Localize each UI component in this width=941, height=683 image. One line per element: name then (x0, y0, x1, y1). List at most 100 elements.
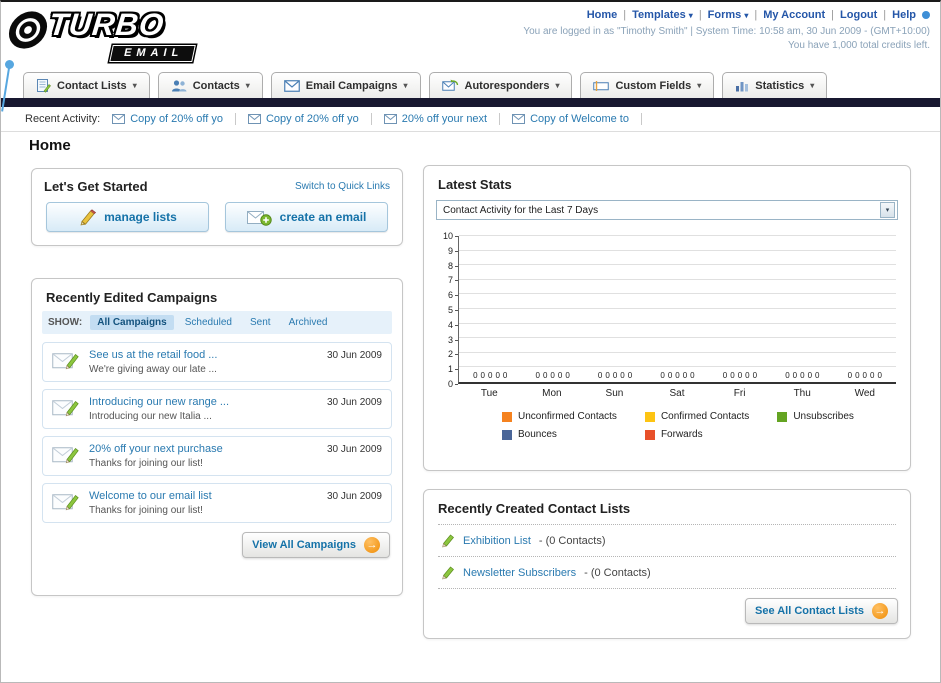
campaign-row: Welcome to our email list Thanks for joi… (42, 483, 392, 523)
chart-y-tick-label: 3 (448, 335, 459, 345)
recent-activity-item[interactable]: Copy of 20% off yo (247, 113, 372, 125)
recent-activity-item[interactable]: Copy of 20% off yo (112, 113, 236, 125)
campaign-date: 30 Jun 2009 (326, 397, 382, 408)
campaign-title-link[interactable]: Welcome to our email list (89, 490, 317, 502)
arrow-right-icon: → (364, 537, 380, 553)
view-all-campaigns-button[interactable]: View All Campaigns → (242, 532, 390, 558)
chart-value-labels: 00000 (473, 371, 508, 380)
envelope-plus-icon (246, 210, 272, 226)
legend-swatch (644, 411, 655, 422)
legend-item: Confirmed Contacts (644, 411, 749, 422)
chart-gridline (459, 278, 896, 280)
chevron-down-icon: ▾ (697, 81, 702, 90)
campaign-edit-icon (52, 400, 79, 417)
contact-activity-chart: 10 9 8 7 6 5 4 3 2 1 0 000000000000000000000000000… (424, 220, 910, 440)
chevron-down-icon: ▾ (245, 81, 250, 90)
chart-gridline (459, 249, 896, 251)
campaign-subtitle: Thanks for joining our list! (89, 505, 203, 516)
login-status-text: You are logged in as "Timothy Smith" | S… (523, 26, 930, 37)
latest-stats-panel: Latest Stats Contact Activity for the La… (423, 165, 911, 471)
chevron-down-icon: ▾ (403, 81, 408, 90)
chart-plot: 00000 00000 00000 00000 00000 00000 00000 (458, 235, 896, 384)
chart-gridline (459, 322, 896, 324)
filter-archived[interactable]: Archived (282, 315, 335, 330)
campaign-title-link[interactable]: Introducing our new range ... (89, 396, 317, 408)
create-email-button[interactable]: create an email (225, 202, 388, 232)
chart-x-label: Sun (605, 388, 624, 399)
envelope-icon (247, 114, 261, 124)
tab-statistics[interactable]: Statistics ▾ (722, 72, 828, 98)
recent-campaigns-panel: Recently Edited Campaigns SHOW: All Camp… (31, 278, 403, 596)
selected-option: Contact Activity for the Last 7 Days (443, 204, 599, 216)
chart-y-tick-label: 0 (448, 379, 459, 389)
credits-text: You have 1,000 total credits left. (788, 40, 930, 51)
manage-lists-button[interactable]: manage lists (46, 202, 209, 232)
filter-all-campaigns[interactable]: All Campaigns (90, 315, 174, 330)
campaign-title-link[interactable]: 20% off your next purchase (89, 443, 317, 455)
nav-link-my-account[interactable]: My Account (763, 9, 825, 21)
header: TURBO EMAIL Home | Templates ▾ | Forms ▾… (1, 2, 940, 112)
page-title: Home (29, 137, 71, 154)
filter-sent[interactable]: Sent (243, 315, 278, 330)
chart-value-labels: 00000 (660, 371, 695, 380)
chart-gridline (459, 264, 896, 266)
chart-y-tick-label: 6 (448, 290, 459, 300)
arrow-right-icon: → (872, 603, 888, 619)
envelope-icon (383, 114, 397, 124)
contact-lists-footer: See All Contact Lists → (424, 589, 910, 633)
chart-area: 10 9 8 7 6 5 4 3 2 1 0 000000000000000000000000000… (436, 231, 896, 389)
campaign-text: 20% off your next purchase Thanks for jo… (89, 443, 317, 469)
separator: | (831, 9, 835, 21)
contact-list-count: - (0 Contacts) (538, 534, 606, 547)
nav-link-forms[interactable]: Forms ▾ (708, 9, 749, 21)
nav-link-logout[interactable]: Logout (840, 9, 877, 21)
chart-x-label: Mon (542, 388, 562, 399)
campaign-subtitle: Thanks for joining our list! (89, 458, 203, 469)
see-all-contact-lists-button[interactable]: See All Contact Lists → (744, 598, 898, 624)
nav-link-home[interactable]: Home (587, 9, 618, 21)
campaign-filter-bar: SHOW: All Campaigns Scheduled Sent Archi… (42, 311, 392, 334)
envelope-icon (112, 114, 126, 124)
autoresponders-icon (441, 79, 458, 91)
logo-text: TURBO EMAIL (47, 7, 197, 62)
legend-label: Forwards (660, 429, 703, 440)
chart-y-tick-label: 8 (448, 261, 459, 271)
recent-activity-item[interactable]: Copy of Welcome to (512, 113, 642, 125)
campaign-edit-icon (52, 447, 79, 464)
logo-swirl-icon (8, 11, 48, 49)
filter-scheduled[interactable]: Scheduled (178, 315, 239, 330)
campaign-row: See us at the retail food ... We're givi… (42, 342, 392, 382)
campaign-title-link[interactable]: See us at the retail food ... (89, 349, 317, 361)
tab-autoresponders[interactable]: Autoresponders ▾ (428, 72, 573, 98)
email-campaigns-icon (283, 79, 300, 92)
chart-y-tick-label: 5 (448, 305, 459, 315)
contact-list-count: - (0 Contacts) (584, 566, 651, 579)
nav-link-help[interactable]: Help (892, 9, 916, 21)
recent-activity-item[interactable]: 20% off your next (383, 113, 501, 125)
tab-contacts[interactable]: Contacts ▾ (157, 72, 263, 98)
chart-legend: Unconfirmed Contacts Confirmed Contacts Un… (502, 411, 896, 440)
stats-period-select[interactable]: Contact Activity for the Last 7 Days ▾ (436, 200, 898, 220)
contact-list-link[interactable]: Newsletter Subscribers (463, 567, 576, 579)
tab-custom-fields[interactable]: Custom Fields ▾ (580, 72, 715, 98)
chart-x-label: Wed (854, 388, 875, 399)
chart-y-tick-label: 2 (448, 349, 459, 359)
nav-link-templates[interactable]: Templates ▾ (632, 9, 693, 21)
nav-tabs: Contact Lists ▾ Contacts ▾ Email Campaigns… (23, 72, 828, 98)
separator: | (754, 9, 758, 21)
separator: | (623, 9, 627, 21)
custom-fields-icon (593, 80, 610, 91)
campaign-edit-icon (52, 494, 79, 511)
logo-email-text: EMAIL (109, 45, 197, 62)
separator: | (883, 9, 887, 21)
campaign-text: See us at the retail food ... We're givi… (89, 349, 317, 375)
campaign-text: Welcome to our email list Thanks for joi… (89, 490, 317, 516)
contact-list-link[interactable]: Exhibition List (463, 535, 531, 547)
tab-email-campaigns[interactable]: Email Campaigns ▾ (270, 72, 421, 98)
legend-swatch (502, 411, 512, 422)
legend-item: Forwards (644, 429, 749, 440)
switch-quick-links-link[interactable]: Switch to Quick Links (295, 181, 390, 192)
tab-contact-lists[interactable]: Contact Lists ▾ (23, 72, 150, 98)
chart-x-axis: Tue Mon Sun Sat Fri Thu Wed (458, 384, 896, 399)
legend-label: Unsubscribes (793, 411, 854, 422)
